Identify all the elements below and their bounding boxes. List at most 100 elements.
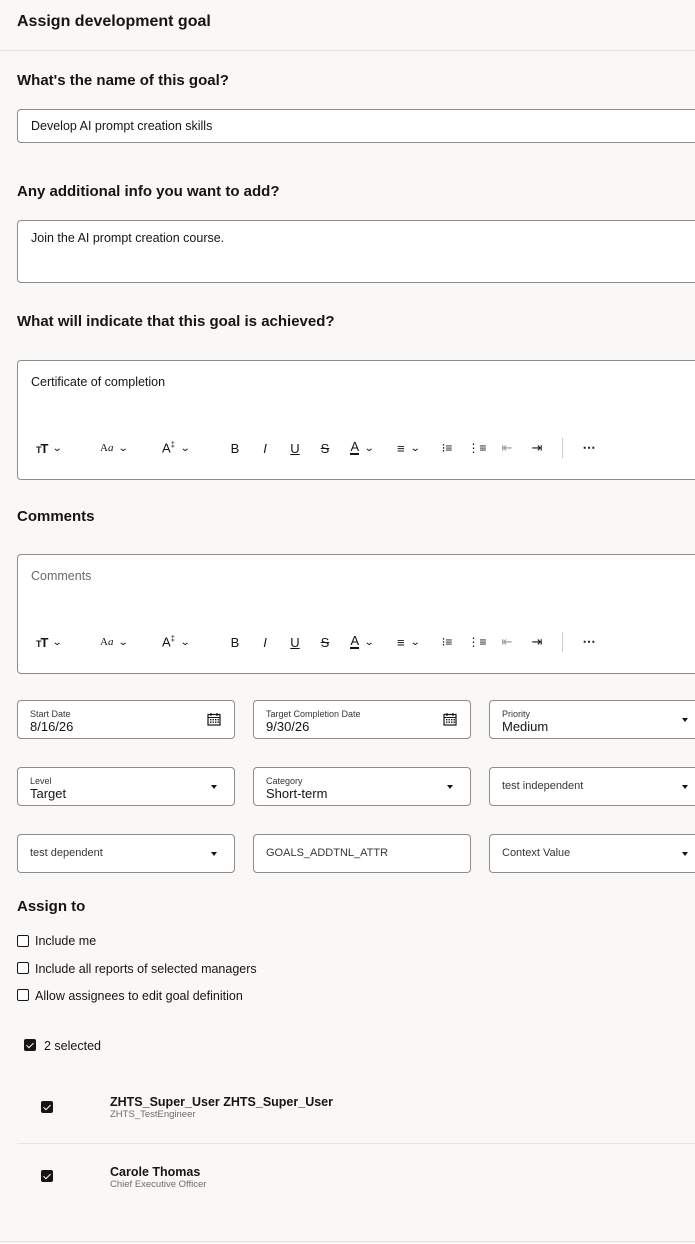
priority-select[interactable]: Priority Medium [489, 700, 695, 739]
align-icon: ≡ [397, 440, 405, 456]
more-button[interactable]: ⋯ [574, 438, 604, 458]
select-all-checkbox[interactable] [24, 1039, 36, 1051]
dropdown-arrow-icon [211, 785, 217, 789]
text-size-dropdown[interactable]: TT ⌄ [36, 632, 100, 652]
calendar-icon[interactable] [443, 712, 457, 726]
include-me-checkbox[interactable] [17, 935, 29, 947]
assignee-checkbox[interactable] [41, 1170, 53, 1182]
goals-addtnl-attr-input[interactable]: GOALS_ADDTNL_ATTR [253, 834, 471, 873]
test-independent-select[interactable]: test independent [489, 767, 695, 806]
target-date-label: Target Completion Date [266, 709, 361, 719]
context-value-placeholder: Context Value [502, 847, 571, 859]
toolbar-separator [562, 632, 563, 652]
numbered-list-icon: ⋮≡ [467, 635, 487, 649]
context-value-select[interactable]: Context Value [489, 834, 695, 873]
include-reports-checkbox[interactable] [17, 962, 29, 974]
bulleted-list-button[interactable]: ⁝≡ [432, 438, 462, 458]
underline-icon: U [290, 440, 300, 456]
start-date-label: Start Date [30, 709, 71, 719]
strikethrough-button[interactable]: S [310, 632, 340, 652]
text-size-dropdown[interactable]: TT ⌄ [36, 438, 100, 458]
indent-button[interactable]: ⇥ [522, 438, 552, 458]
dropdown-arrow-icon [682, 852, 688, 856]
underline-icon: U [290, 634, 300, 650]
list-item[interactable]: ZHTS_Super_User ZHTS_Super_User ZHTS_Tes… [17, 1075, 695, 1143]
chevron-down-icon: ⌄ [409, 442, 421, 454]
font-color-dropdown[interactable]: A ⌄ [340, 438, 384, 458]
comments-toolbar: TT ⌄ Aa ⌄ A‡ ⌄ B I U S A ⌄ ≡ ⌄ ⁝≡ ⋮≡ ⇤ ⇥ ⋯ [36, 632, 604, 652]
bold-icon: B [230, 634, 240, 650]
additional-info-textarea[interactable]: Join the AI prompt creation course. [17, 220, 695, 283]
chevron-down-icon: ⌄ [179, 636, 191, 648]
goal-name-input[interactable]: Develop AI prompt creation skills [17, 109, 695, 143]
italic-button[interactable]: I [250, 632, 280, 652]
achievement-question: What will indicate that this goal is ach… [17, 313, 335, 330]
chevron-down-icon: ⌄ [52, 442, 64, 454]
assignee-name: ZHTS_Super_User ZHTS_Super_User [110, 1095, 333, 1109]
start-date-value: 8/16/26 [30, 719, 74, 734]
italic-button[interactable]: I [250, 438, 280, 458]
allow-edit-checkbox[interactable] [17, 989, 29, 1001]
bold-button[interactable]: B [220, 438, 250, 458]
bold-icon: B [230, 440, 240, 456]
outdent-button[interactable]: ⇤ [492, 632, 522, 652]
font-color-icon: A [350, 633, 360, 649]
align-icon: ≡ [397, 634, 405, 650]
indent-icon: ⇥ [531, 440, 543, 455]
bold-button[interactable]: B [220, 632, 250, 652]
comments-placeholder: Comments [31, 569, 92, 583]
underline-button[interactable]: U [280, 632, 310, 652]
dropdown-arrow-icon [682, 718, 688, 722]
font-color-dropdown[interactable]: A ⌄ [340, 632, 384, 652]
achievement-editor[interactable]: Certificate of completion TT ⌄ Aa ⌄ A‡ ⌄ B … [17, 360, 695, 480]
chevron-down-icon: ⌄ [52, 636, 64, 648]
line-height-icon: A‡ [162, 634, 176, 650]
achievement-value: Certificate of completion [31, 375, 166, 389]
dropdown-arrow-icon [682, 785, 688, 789]
test-dependent-select[interactable]: test dependent [17, 834, 235, 873]
assign-to-title: Assign to [17, 898, 86, 915]
chevron-down-icon: ⌄ [363, 442, 375, 454]
italic-icon: I [263, 634, 267, 650]
dropdown-arrow-icon [211, 852, 217, 856]
allow-edit-label: Allow assignees to edit goal definition [35, 989, 243, 1003]
indent-button[interactable]: ⇥ [522, 632, 552, 652]
more-button[interactable]: ⋯ [574, 632, 604, 652]
numbered-list-icon: ⋮≡ [467, 441, 487, 455]
header-divider [0, 50, 695, 51]
chevron-down-icon: ⌄ [118, 442, 130, 454]
outdent-button[interactable]: ⇤ [492, 438, 522, 458]
line-height-dropdown[interactable]: A‡ ⌄ [162, 438, 220, 458]
numbered-list-button[interactable]: ⋮≡ [462, 438, 492, 458]
more-icon: ⋯ [582, 634, 596, 649]
page-title: Assign development goal [17, 13, 211, 30]
align-dropdown[interactable]: ≡ ⌄ [384, 632, 432, 652]
comments-editor[interactable]: Comments TT ⌄ Aa ⌄ A‡ ⌄ B I U S A ⌄ ≡ ⌄ ⁝≡ ⋮≡… [17, 554, 695, 674]
category-label: Category [266, 776, 303, 786]
calendar-icon[interactable] [207, 712, 221, 726]
target-completion-date-field[interactable]: Target Completion Date 9/30/26 [253, 700, 471, 739]
category-value: Short-term [266, 786, 328, 801]
outdent-icon: ⇤ [501, 440, 513, 455]
align-dropdown[interactable]: ≡ ⌄ [384, 438, 432, 458]
italic-icon: I [263, 440, 267, 456]
level-select[interactable]: Level Target [17, 767, 235, 806]
dropdown-arrow-icon [447, 785, 453, 789]
numbered-list-button[interactable]: ⋮≡ [462, 632, 492, 652]
category-select[interactable]: Category Short-term [253, 767, 471, 806]
font-dropdown[interactable]: Aa ⌄ [100, 632, 162, 652]
underline-button[interactable]: U [280, 438, 310, 458]
bulleted-list-button[interactable]: ⁝≡ [432, 632, 462, 652]
line-height-dropdown[interactable]: A‡ ⌄ [162, 632, 220, 652]
text-size-icon: TT [36, 634, 48, 650]
assignee-name: Carole Thomas [110, 1165, 201, 1179]
line-height-icon: A‡ [162, 440, 176, 456]
font-icon: Aa [100, 636, 114, 648]
font-dropdown[interactable]: Aa ⌄ [100, 438, 162, 458]
strikethrough-button[interactable]: S [310, 438, 340, 458]
priority-label: Priority [502, 709, 531, 719]
start-date-field[interactable]: Start Date 8/16/26 [17, 700, 235, 739]
strikethrough-icon: S [320, 440, 330, 456]
assignee-checkbox[interactable] [41, 1101, 53, 1113]
list-item[interactable]: Carole Thomas Chief Executive Officer [17, 1144, 695, 1212]
